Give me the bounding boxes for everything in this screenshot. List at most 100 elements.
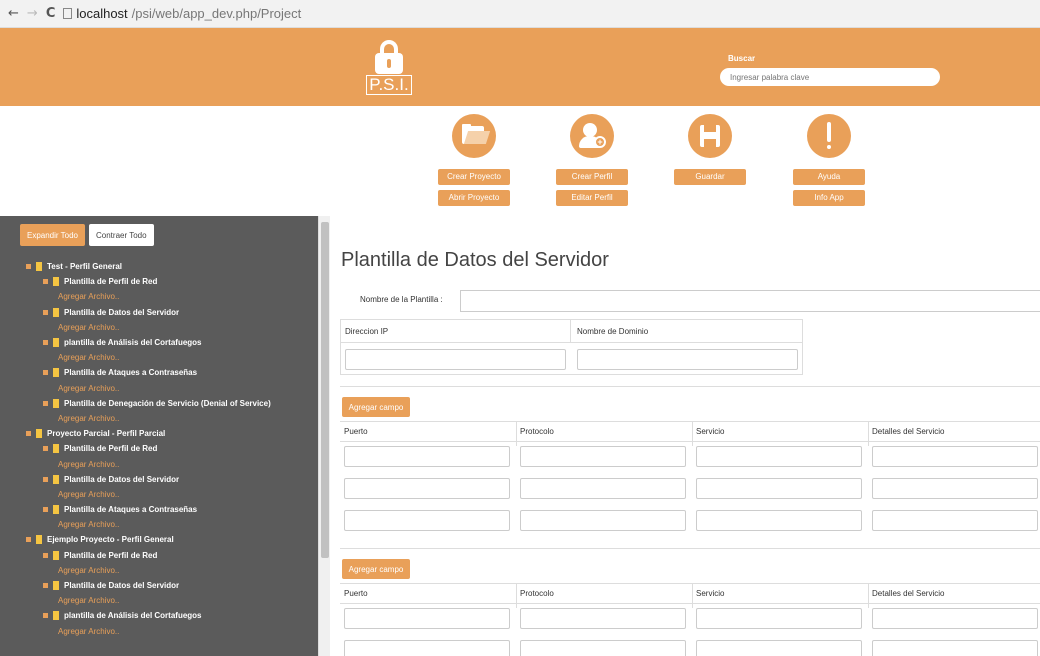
service-details-field[interactable] [872,640,1038,656]
folder-icon[interactable] [452,114,496,158]
add-file-link[interactable]: Agregar Archivo.. [0,593,318,608]
search-label: Buscar [728,54,756,63]
collapse-toggle-icon[interactable] [26,431,31,437]
browser-bar: ← → C localhost/psi/web/app_dev.php/Proj… [0,0,1040,28]
protocol-field[interactable] [520,510,686,531]
add-file-link[interactable]: Agregar Archivo.. [0,350,318,365]
port-field[interactable] [344,608,510,629]
collapse-toggle-icon[interactable] [43,446,48,452]
port-field[interactable] [344,510,510,531]
collapse-toggle-icon[interactable] [43,400,48,406]
service-details-field[interactable] [872,510,1038,531]
protocol-field[interactable] [520,478,686,499]
info-app-button[interactable]: Info App [793,190,865,206]
service-field[interactable] [696,510,862,531]
protocol-field[interactable] [520,608,686,629]
help-button[interactable]: Ayuda [793,169,865,185]
exclamation-icon[interactable] [807,114,851,158]
save-button[interactable]: Guardar [674,169,746,185]
url-host: localhost [76,6,128,21]
template-name-input[interactable] [460,290,1040,312]
service-details-field[interactable] [872,608,1038,629]
service-field[interactable] [696,446,862,467]
create-profile-button[interactable]: Crear Perfil [556,169,628,185]
collapse-toggle-icon[interactable] [43,370,48,376]
tree-template-node[interactable]: Plantilla de Perfil de Red [0,441,318,456]
tree-template-node[interactable]: Plantilla de Datos del Servidor [0,472,318,487]
psi-logo[interactable]: P.S.I. [363,40,415,95]
help-tool: Ayuda Info App [784,114,874,206]
tree-template-node[interactable]: Plantilla de Perfil de Red [0,274,318,289]
add-file-link[interactable]: Agregar Archivo.. [0,624,318,639]
port-field[interactable] [344,478,510,499]
collapse-toggle-icon[interactable] [43,476,48,482]
collapse-toggle-icon[interactable] [43,613,48,619]
service-field[interactable] [696,608,862,629]
collapse-all-button[interactable]: Contraer Todo [89,224,154,246]
add-field-button[interactable]: Agregar campo [342,559,410,579]
tree-project-node[interactable]: Test - Perfil General [0,259,318,274]
add-file-link[interactable]: Agregar Archivo.. [0,381,318,396]
address-bar[interactable]: localhost/psi/web/app_dev.php/Project [63,6,301,21]
port-field[interactable] [344,640,510,656]
tree-project-node[interactable]: Proyecto Parcial - Perfil Parcial [0,426,318,441]
port-field[interactable] [344,446,510,467]
collapse-toggle-icon[interactable] [43,340,48,346]
reload-icon[interactable]: C [46,6,56,21]
tree-template-node[interactable]: plantilla de Análisis del Cortafuegos [0,608,318,623]
edit-profile-button[interactable]: Editar Perfil [556,190,628,206]
add-file-link[interactable]: Agregar Archivo.. [0,517,318,532]
service-column-header: Detalles del Servicio [872,427,945,436]
folder-icon [53,505,59,515]
add-file-link[interactable]: Agregar Archivo.. [0,411,318,426]
service-column-header: Servicio [696,589,725,598]
add-field-button[interactable]: Agregar campo [342,397,410,417]
project-tool: Crear Proyecto Abrir Proyecto [429,114,519,206]
floppy-disk-icon[interactable] [688,114,732,158]
add-user-icon[interactable]: + [570,114,614,158]
save-tool: Guardar [665,114,755,185]
tree-template-node[interactable]: plantilla de Análisis del Cortafuegos [0,335,318,350]
service-field[interactable] [696,640,862,656]
collapse-toggle-icon[interactable] [43,279,48,285]
template-name-label: Nombre de la Plantilla : [360,295,443,304]
collapse-toggle-icon[interactable] [43,309,48,315]
open-project-button[interactable]: Abrir Proyecto [438,190,510,206]
add-file-link[interactable]: Agregar Archivo.. [0,487,318,502]
add-file-link[interactable]: Agregar Archivo.. [0,456,318,471]
tree-template-node[interactable]: Plantilla de Datos del Servidor [0,305,318,320]
sidebar-scrollbar[interactable] [318,216,330,656]
tree-node-label: Plantilla de Perfil de Red [64,550,158,560]
folder-icon [36,429,42,439]
tree-template-node[interactable]: Plantilla de Perfil de Red [0,548,318,563]
tree-template-node[interactable]: Plantilla de Ataques a Contraseñas [0,502,318,517]
back-arrow-icon[interactable]: ← [8,6,19,21]
tree-project-node[interactable]: Ejemplo Proyecto - Perfil General [0,532,318,547]
add-file-link[interactable]: Agregar Archivo.. [0,320,318,335]
collapse-toggle-icon[interactable] [43,552,48,558]
service-column-header: Servicio [696,427,725,436]
protocol-field[interactable] [520,640,686,656]
expand-all-button[interactable]: Expandir Todo [20,224,85,246]
tree-template-node[interactable]: Plantilla de Datos del Servidor [0,578,318,593]
add-file-link[interactable]: Agregar Archivo.. [0,289,318,304]
tree-template-node[interactable]: Plantilla de Denegación de Servicio (Den… [0,396,318,411]
protocol-field[interactable] [520,446,686,467]
ip-address-field[interactable] [345,349,566,370]
service-details-field[interactable] [872,478,1038,499]
collapse-toggle-icon[interactable] [26,264,31,270]
domain-name-field[interactable] [577,349,798,370]
service-field[interactable] [696,478,862,499]
tree-template-node[interactable]: Plantilla de Ataques a Contraseñas [0,365,318,380]
service-details-field[interactable] [872,446,1038,467]
scrollbar-thumb[interactable] [321,222,329,558]
collapse-toggle-icon[interactable] [26,537,31,543]
folder-icon [53,581,59,591]
collapse-toggle-icon[interactable] [43,583,48,589]
search-input[interactable] [720,68,940,86]
add-file-link[interactable]: Agregar Archivo.. [0,563,318,578]
forward-arrow-icon[interactable]: → [27,6,38,21]
section-separator [340,548,1040,549]
collapse-toggle-icon[interactable] [43,507,48,513]
create-project-button[interactable]: Crear Proyecto [438,169,510,185]
